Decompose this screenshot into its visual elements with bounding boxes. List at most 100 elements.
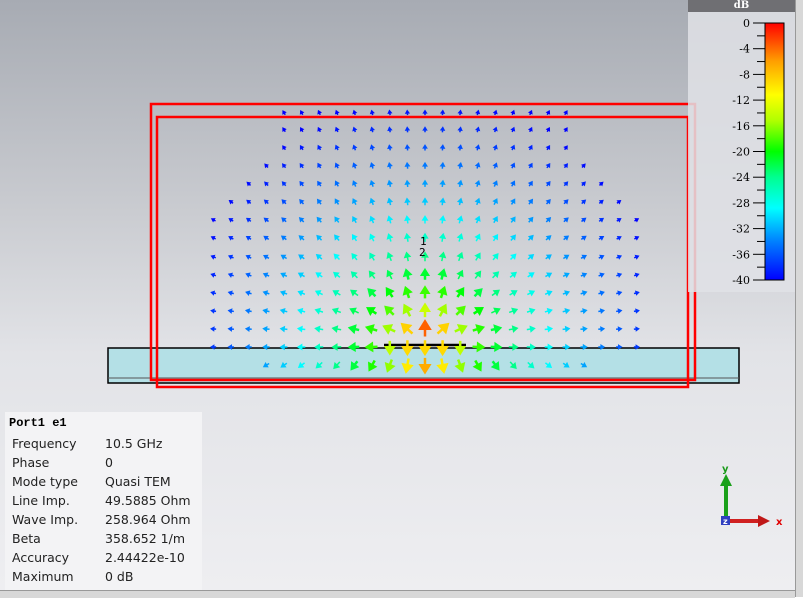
e-field-arrow xyxy=(510,162,516,169)
e-field-arrow xyxy=(402,285,413,299)
e-field-arrow xyxy=(386,215,394,224)
e-field-arrow xyxy=(314,290,323,297)
axes-triad[interactable]: y x z xyxy=(720,464,783,528)
e-field-arrow xyxy=(228,218,234,223)
e-field-arrow xyxy=(246,199,252,205)
e-field-arrow xyxy=(317,126,323,133)
e-field-arrow xyxy=(298,217,305,223)
e-field-arrow xyxy=(527,180,533,187)
e-field-arrow xyxy=(563,145,568,151)
e-field-arrow xyxy=(492,198,498,205)
legend-tick-label: -32 xyxy=(732,223,750,236)
e-field-arrow xyxy=(298,235,305,241)
e-field-arrow xyxy=(297,307,306,315)
legend-tick-label: -16 xyxy=(732,120,750,133)
e-field-arrow xyxy=(331,325,342,333)
info-row: Phase 0 xyxy=(5,453,202,472)
e-field-arrow xyxy=(457,162,463,169)
e-field-arrow xyxy=(315,272,323,279)
e-field-arrow xyxy=(282,110,287,116)
e-field-arrow xyxy=(352,215,358,224)
e-field-arrow xyxy=(474,144,481,151)
e-field-arrow xyxy=(262,325,270,333)
e-field-arrow xyxy=(580,272,588,279)
e-field-arrow xyxy=(455,305,466,316)
e-field-arrow xyxy=(334,216,340,223)
info-key: Line Imp. xyxy=(12,493,70,508)
e-field-arrow xyxy=(369,109,375,116)
e-field-arrow xyxy=(598,254,605,260)
info-value: Quasi TEM xyxy=(105,474,171,489)
e-field-arrow xyxy=(316,216,323,223)
e-field-arrow xyxy=(509,290,518,297)
info-key: Mode type xyxy=(12,474,78,489)
e-field-arrow xyxy=(527,109,533,116)
e-field-arrow xyxy=(369,126,375,133)
info-value: 358.652 1/m xyxy=(105,531,186,546)
e-field-arrow xyxy=(508,325,519,333)
e-field-arrow xyxy=(332,271,341,279)
e-field-arrow xyxy=(474,252,481,261)
e-field-arrow xyxy=(616,199,622,205)
e-field-arrow xyxy=(282,145,287,151)
e-field-arrow xyxy=(245,235,252,241)
e-field-arrow xyxy=(210,218,216,223)
e-field-arrow xyxy=(634,235,640,241)
e-field-arrow xyxy=(474,197,481,206)
e-field-arrow xyxy=(419,285,431,299)
e-field-arrow xyxy=(352,180,358,187)
legend-tick-label: -36 xyxy=(732,248,750,261)
e-field-arrow xyxy=(492,144,498,151)
e-field-arrow xyxy=(281,181,287,187)
e-field-arrow xyxy=(456,215,464,224)
e-field-arrow xyxy=(436,303,448,317)
e-field-arrow xyxy=(403,251,412,262)
e-field-arrow xyxy=(404,197,411,206)
e-field-arrow xyxy=(316,234,323,241)
e-field-arrow xyxy=(527,198,534,205)
e-field-arrow xyxy=(262,308,270,315)
e-field-arrow xyxy=(228,235,234,241)
x-axis-label: x xyxy=(776,517,783,528)
e-field-arrow xyxy=(246,181,252,187)
y-axis-label: y xyxy=(722,464,729,475)
e-field-arrow xyxy=(475,126,481,133)
e-field-arrow xyxy=(439,126,446,133)
e-field-arrow xyxy=(245,217,252,223)
e-field-arrow xyxy=(227,254,234,260)
e-field-arrow xyxy=(580,235,587,241)
e-field-arrow xyxy=(349,307,359,315)
info-row: Line Imp. 49.5885 Ohm xyxy=(5,491,202,510)
e-field-arrow xyxy=(369,233,376,242)
e-field-arrow xyxy=(633,308,640,314)
legend-tick-label: -40 xyxy=(732,274,750,287)
e-field-arrow xyxy=(510,144,516,151)
e-field-arrow xyxy=(334,162,340,169)
e-field-arrow xyxy=(350,271,358,279)
e-field-arrow xyxy=(347,324,360,335)
e-field-arrow xyxy=(264,181,269,187)
e-field-arrow xyxy=(384,305,395,316)
e-field-arrow xyxy=(244,326,252,333)
e-field-arrow xyxy=(472,307,484,316)
vertical-scrollbar[interactable] xyxy=(795,0,803,597)
e-field-arrow xyxy=(492,215,498,224)
e-field-arrow xyxy=(509,253,517,261)
e-field-arrow xyxy=(280,254,288,260)
e-field-arrow xyxy=(492,126,498,133)
e-field-arrow xyxy=(263,217,269,223)
info-value: 258.964 Ohm xyxy=(105,512,191,527)
e-field-arrow xyxy=(527,234,534,241)
e-field-arrow xyxy=(299,127,305,133)
e-field-arrow xyxy=(580,254,587,260)
e-field-arrow xyxy=(386,269,394,280)
z-axis-label: z xyxy=(723,517,728,526)
e-field-arrow xyxy=(404,179,411,187)
info-value: 49.5885 Ohm xyxy=(105,493,191,508)
e-field-arrow xyxy=(369,197,376,206)
e-field-arrow xyxy=(404,161,411,169)
e-field-arrow xyxy=(402,303,414,317)
3d-view[interactable]: 1 2 y x z dB 0 -4 -8 -12 -16 -20 -24 -28 -32 -36-… xyxy=(0,0,795,590)
e-field-arrow xyxy=(439,161,446,169)
e-field-arrow xyxy=(419,267,431,280)
